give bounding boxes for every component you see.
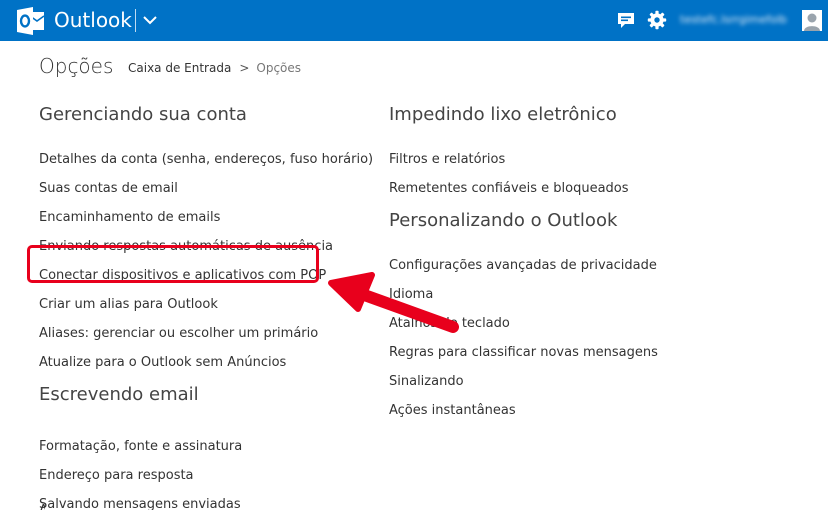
option-email-accounts[interactable]: Suas contas de email <box>39 174 373 203</box>
option-ad-free-upgrade[interactable]: Atualize para o Outlook sem Anúncios <box>39 348 373 377</box>
chevron-down-icon[interactable] <box>141 9 159 31</box>
section-writing-email: Escrevendo email Formatação, fonte e ass… <box>39 384 242 510</box>
option-filters-reports[interactable]: Filtros e relatórios <box>389 145 629 174</box>
breadcrumb-inbox-link[interactable]: Caixa de Entrada <box>128 61 231 75</box>
section-junk-email: Impedindo lixo eletrônico Filtros e rela… <box>389 104 629 203</box>
section-heading: Personalizando o Outlook <box>389 210 618 231</box>
gear-icon[interactable] <box>647 10 667 30</box>
option-email-forwarding[interactable]: Encaminhamento de emails <box>39 203 373 232</box>
app-name: Outlook <box>54 8 132 32</box>
option-connect-pop[interactable]: Conectar dispositivos e aplicativos com … <box>39 261 373 290</box>
option-automatic-replies[interactable]: Enviando respostas automáticas de ausênc… <box>39 232 373 261</box>
person-icon <box>802 10 822 31</box>
option-quick-actions[interactable]: Ações instantâneas <box>389 396 658 425</box>
section-heading: Impedindo lixo eletrônico <box>389 104 617 125</box>
options-list: Detalhes da conta (senha, endereços, fus… <box>39 145 373 377</box>
option-safe-blocked-senders[interactable]: Remetentes confiáveis e bloqueados <box>389 174 629 203</box>
option-language[interactable]: Idioma <box>389 280 658 309</box>
chat-icon[interactable] <box>616 10 636 30</box>
options-list: Configurações avançadas de privacidade I… <box>389 251 658 425</box>
option-rules[interactable]: Regras para classificar novas mensagens <box>389 338 658 367</box>
top-bar: Outlook testefc.lsrrgimefolb <box>0 0 828 41</box>
username[interactable]: testefc.lsrrgimefolb <box>680 11 787 29</box>
section-customize-outlook: Personalizando o Outlook Configurações a… <box>389 210 658 425</box>
breadcrumb-separator: > <box>239 61 250 75</box>
option-saving-sent[interactable]: Salvando mensagens enviadas <box>39 490 242 510</box>
breadcrumb-current: Opções <box>256 61 302 75</box>
option-create-alias[interactable]: Criar um alias para Outlook <box>39 290 373 319</box>
section-manage-account: Gerenciando sua conta Detalhes da conta … <box>39 104 373 377</box>
option-cut-off[interactable]: Á <box>39 503 45 510</box>
option-manage-aliases[interactable]: Aliases: gerenciar ou escolher um primár… <box>39 319 373 348</box>
options-list: Formatação, fonte e assinatura Endereço … <box>39 432 242 510</box>
section-heading: Gerenciando sua conta <box>39 104 247 125</box>
option-account-details[interactable]: Detalhes da conta (senha, endereços, fus… <box>39 145 373 174</box>
option-privacy-settings[interactable]: Configurações avançadas de privacidade <box>389 251 658 280</box>
page-title: Opções <box>39 54 114 78</box>
breadcrumb: Caixa de Entrada > Opções <box>128 61 301 75</box>
option-reply-address[interactable]: Endereço para resposta <box>39 461 242 490</box>
outlook-logo-icon <box>17 7 45 35</box>
option-formatting-signature[interactable]: Formatação, fonte e assinatura <box>39 432 242 461</box>
avatar[interactable] <box>802 10 822 31</box>
section-heading: Escrevendo email <box>39 384 199 405</box>
option-flagging[interactable]: Sinalizando <box>389 367 658 396</box>
options-list: Filtros e relatórios Remetentes confiáve… <box>389 145 629 203</box>
brand-separator <box>135 9 136 32</box>
option-keyboard-shortcuts[interactable]: Atalhos de teclado <box>389 309 658 338</box>
